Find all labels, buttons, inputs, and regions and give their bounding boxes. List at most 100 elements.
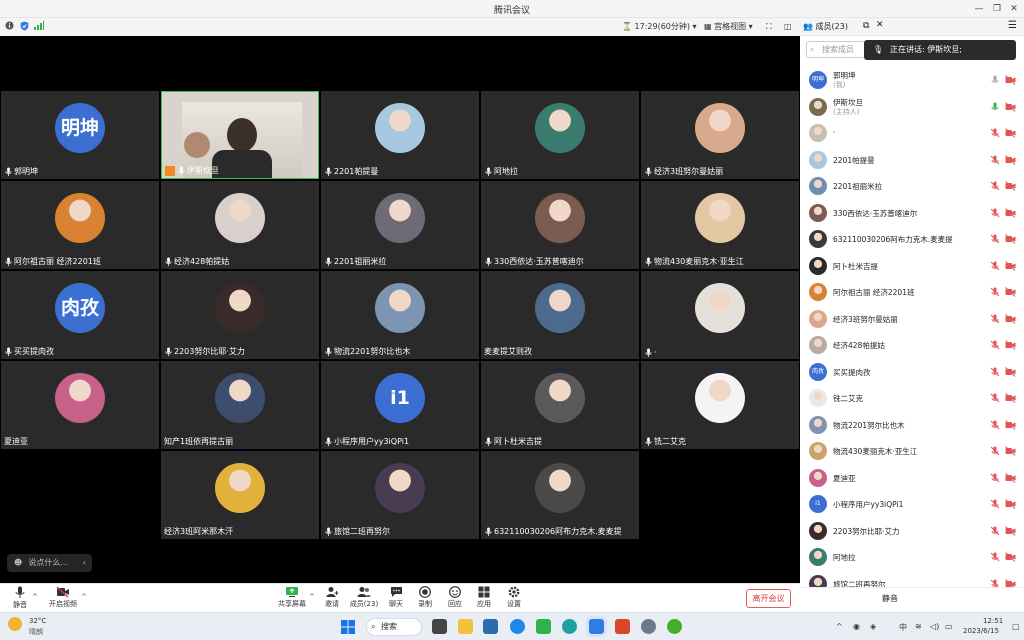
- member-row[interactable]: 旅馆二班再努尔: [800, 571, 1024, 587]
- member-row[interactable]: 经济3班努尔曼姑丽: [800, 306, 1024, 333]
- tray-icon-1[interactable]: ◉: [853, 622, 860, 631]
- member-row[interactable]: 阿卜杜米吉提: [800, 253, 1024, 280]
- signal-icon[interactable]: [34, 21, 44, 34]
- video-tile[interactable]: 阿地拉: [481, 91, 639, 179]
- leave-meeting-button[interactable]: 离开会议: [746, 589, 791, 608]
- volume-icon[interactable]: ◁): [930, 622, 939, 631]
- member-row[interactable]: 肉孜 买买提肉孜: [800, 359, 1024, 386]
- member-mic-icon[interactable]: [990, 314, 1000, 324]
- member-mic-icon[interactable]: [990, 340, 1000, 350]
- member-camera-off-icon[interactable]: [1005, 366, 1016, 377]
- video-tile[interactable]: 物流2201努尔比也木: [321, 271, 479, 359]
- chat-input[interactable]: ☻ 说点什么... ‹: [7, 554, 92, 572]
- member-mic-icon[interactable]: [990, 446, 1000, 456]
- video-tile[interactable]: 旅馆二班再努尔: [321, 451, 479, 539]
- member-mic-icon[interactable]: [990, 526, 1000, 536]
- member-camera-off-icon[interactable]: [1005, 393, 1016, 403]
- video-tile[interactable]: i1 小程序用户yy3iQPi1: [321, 361, 479, 449]
- member-camera-off-icon[interactable]: [1005, 260, 1016, 271]
- reaction-button[interactable]: 回应: [440, 586, 470, 609]
- video-tile[interactable]: 伊斯坎旦: [161, 91, 319, 179]
- member-panel-tab[interactable]: 👥 成员(23): [803, 21, 848, 32]
- video-button[interactable]: 开启视频: [48, 586, 78, 609]
- video-tile[interactable]: 2201帕提曼: [321, 91, 479, 179]
- tencent-meeting-icon[interactable]: [589, 619, 604, 634]
- member-row[interactable]: 330西依达·玉苏普喀迪尔: [800, 200, 1024, 227]
- video-tile[interactable]: 阿尔祖古丽 经济2201班: [1, 181, 159, 269]
- close-icon[interactable]: ✕: [1007, 2, 1021, 16]
- member-row[interactable]: 2201祖丽米拉: [800, 173, 1024, 200]
- member-camera-off-icon[interactable]: [1005, 75, 1016, 85]
- member-camera-off-icon[interactable]: [1005, 340, 1016, 350]
- video-tile[interactable]: 经济3班努尔曼姑丽: [641, 91, 799, 179]
- invite-button[interactable]: 邀请: [317, 586, 347, 609]
- member-mic-icon[interactable]: [990, 208, 1000, 218]
- close-panel-icon[interactable]: ✕: [876, 20, 884, 30]
- member-mic-icon[interactable]: [990, 579, 1000, 587]
- settings-button[interactable]: 设置: [499, 586, 529, 609]
- member-mic-icon[interactable]: [990, 367, 1000, 377]
- member-row[interactable]: 632110030206阿布力克木.麦麦提: [800, 226, 1024, 253]
- share-screen-button[interactable]: 共享屏幕: [277, 586, 307, 609]
- video-tile[interactable]: 肉孜 买买提肉孜: [1, 271, 159, 359]
- member-row[interactable]: i1 小程序用户yy3iQPi1: [800, 491, 1024, 518]
- member-mic-icon[interactable]: [990, 473, 1000, 483]
- tray-icon-2[interactable]: ◈: [870, 622, 876, 631]
- member-camera-off-icon[interactable]: [1005, 472, 1016, 483]
- member-mic-icon[interactable]: [990, 234, 1000, 244]
- emoji-icon[interactable]: ☻: [14, 558, 22, 567]
- sidebar-toggle-icon[interactable]: ◫: [784, 21, 792, 33]
- video-tile[interactable]: 2203努尔比耶·艾力: [161, 271, 319, 359]
- member-row[interactable]: 经济428帕提姑: [800, 332, 1024, 359]
- member-row[interactable]: 2201帕提曼: [800, 147, 1024, 174]
- member-camera-off-icon[interactable]: [1005, 128, 1016, 138]
- taskbar-search[interactable]: ⌕ 搜索: [366, 618, 422, 636]
- member-search-input[interactable]: ⌕ 搜索成员: [806, 41, 866, 58]
- timer[interactable]: ⌛ 17:29(60分钟) ▾: [622, 21, 697, 33]
- member-mic-icon[interactable]: [990, 155, 1000, 165]
- member-row[interactable]: 阿尔祖古丽 经济2201班: [800, 279, 1024, 306]
- member-camera-off-icon[interactable]: [1005, 313, 1016, 324]
- member-camera-off-icon[interactable]: [1005, 499, 1016, 509]
- member-mic-icon[interactable]: [990, 552, 1000, 562]
- restore-icon[interactable]: ❐: [990, 2, 1004, 16]
- video-tile[interactable]: 明坤 郭明坤: [1, 91, 159, 179]
- share-options-icon[interactable]: ^: [309, 593, 315, 601]
- member-row[interactable]: 物流430麦丽克木·亚生江: [800, 438, 1024, 465]
- popout-icon[interactable]: ⧉: [863, 21, 869, 31]
- members-button[interactable]: 成员(23): [349, 586, 379, 609]
- member-mic-icon[interactable]: [990, 261, 1000, 271]
- video-tile[interactable]: 铣二艾克: [641, 361, 799, 449]
- ime-label[interactable]: 中: [899, 622, 907, 633]
- member-camera-off-icon[interactable]: [1005, 207, 1016, 218]
- apps-button[interactable]: 应用: [469, 586, 499, 609]
- member-camera-off-icon[interactable]: [1005, 419, 1016, 430]
- windows-start-icon[interactable]: [341, 620, 355, 634]
- member-row[interactable]: ·: [800, 120, 1024, 147]
- member-row[interactable]: 2203努尔比耶·艾力: [800, 518, 1024, 545]
- chat-app-icon[interactable]: [667, 619, 682, 634]
- member-row[interactable]: 伊斯坎旦 (主持人): [800, 94, 1024, 121]
- member-row[interactable]: 明坤 郭明坤 (我): [800, 67, 1024, 94]
- member-row[interactable]: 夏迪亚: [800, 465, 1024, 492]
- video-tile[interactable]: 632110030206阿布力克木.麦麦提: [481, 451, 639, 539]
- member-camera-off-icon[interactable]: [1005, 446, 1016, 456]
- record-button[interactable]: 录制: [410, 586, 440, 609]
- member-mic-icon[interactable]: [990, 420, 1000, 430]
- tray-chevron-icon[interactable]: ^: [836, 622, 843, 631]
- powerpoint-icon[interactable]: [615, 619, 630, 634]
- member-camera-off-icon[interactable]: [1005, 552, 1016, 562]
- video-tile[interactable]: ·: [641, 271, 799, 359]
- video-tile[interactable]: 麦麦提艾则孜: [481, 271, 639, 359]
- member-camera-off-icon[interactable]: [1005, 578, 1016, 587]
- wifi-icon[interactable]: ≋: [915, 622, 922, 631]
- battery-icon[interactable]: ▭: [945, 622, 953, 631]
- view-mode-button[interactable]: ▦ 宫格视图 ▾: [704, 21, 753, 33]
- member-mic-icon[interactable]: [990, 75, 1000, 85]
- video-tile[interactable]: 330西依达·玉苏普喀迪尔: [481, 181, 639, 269]
- member-mic-icon[interactable]: [990, 181, 1000, 191]
- member-camera-off-icon[interactable]: [1005, 287, 1016, 297]
- video-tile[interactable]: 2201祖丽米拉: [321, 181, 479, 269]
- mute-options-icon[interactable]: ^: [32, 593, 38, 601]
- chat-button[interactable]: 聊天: [381, 586, 411, 609]
